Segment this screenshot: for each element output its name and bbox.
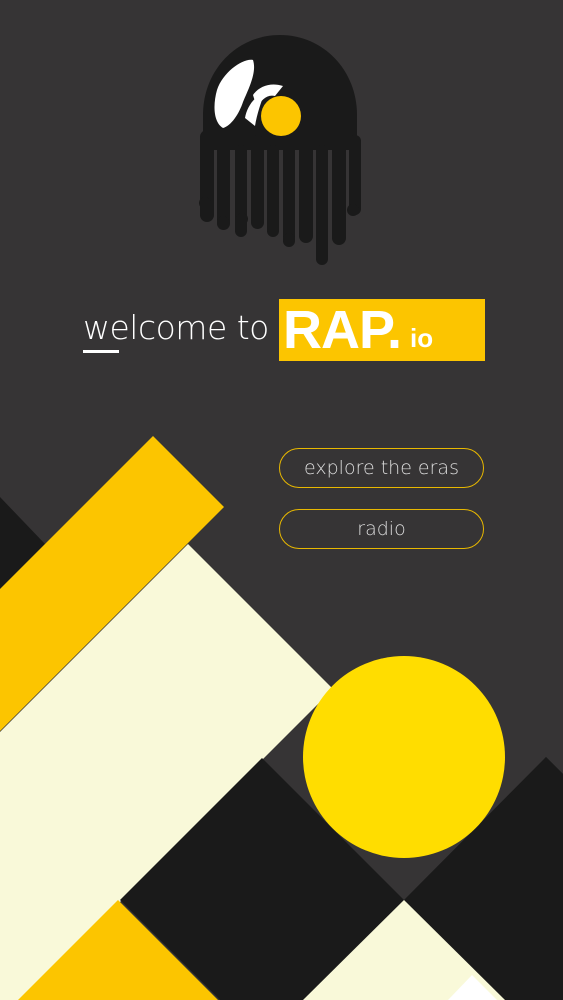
welcome-underline-accent (83, 350, 119, 353)
brand-name: RAP. (283, 300, 402, 360)
dripping-vinyl-record-icon (199, 35, 361, 265)
yellow-sun-circle (303, 656, 505, 858)
brand-logo-box: RAP. io (279, 299, 485, 361)
explore-the-eras-button[interactable]: explore the eras (279, 448, 484, 488)
welcome-heading: welcome to (83, 308, 269, 347)
radio-button[interactable]: radio (279, 509, 484, 549)
brand-domain-suffix: io (410, 323, 434, 353)
